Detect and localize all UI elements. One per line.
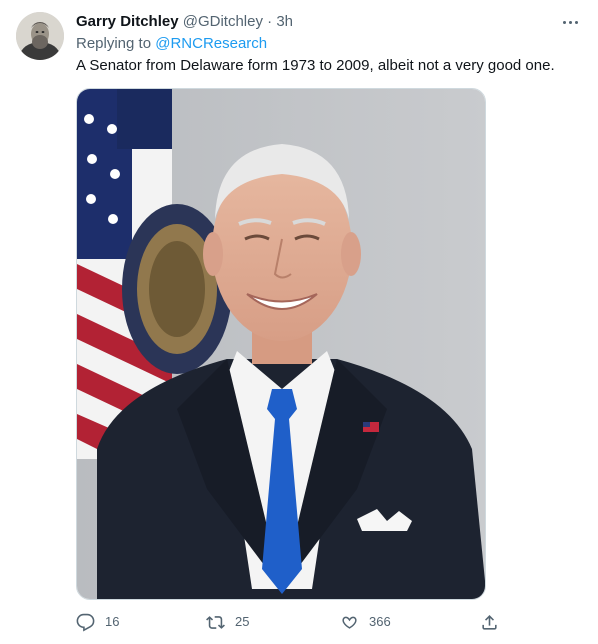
share-button[interactable] [480,610,499,634]
timestamp[interactable]: 3h [276,13,293,30]
action-bar: 16 25 366 [76,610,506,634]
reply-icon [76,613,95,632]
more-horizontal-icon[interactable] [558,12,582,32]
user-handle[interactable]: @GDitchley [183,13,263,30]
tweet-media-image[interactable] [76,88,486,600]
reply-count: 16 [105,614,120,629]
avatar-portrait-image [16,12,64,60]
heart-icon [342,616,357,629]
reply-button[interactable]: 16 [76,610,119,634]
portrait-photo [77,89,485,599]
retweet-button[interactable]: 25 [206,610,249,634]
separator-dot: · [267,13,273,30]
tweet[interactable]: Garry Ditchley @GDitchley · 3h Replying … [0,0,598,644]
avatar[interactable] [16,12,64,60]
replying-to: Replying to @RNCResearch [76,34,267,54]
replying-to-label: Replying to [76,35,152,52]
replying-to-handle-link[interactable]: @RNCResearch [155,35,267,52]
like-count: 366 [369,614,391,629]
like-button[interactable]: 366 [340,610,391,634]
retweet-icon [206,615,225,629]
display-name[interactable]: Garry Ditchley [76,13,179,30]
tweet-header: Garry Ditchley @GDitchley · 3h [76,12,293,32]
retweet-count: 25 [235,614,250,629]
tweet-text: A Senator from Delaware form 1973 to 200… [76,57,555,74]
share-icon [482,614,497,630]
